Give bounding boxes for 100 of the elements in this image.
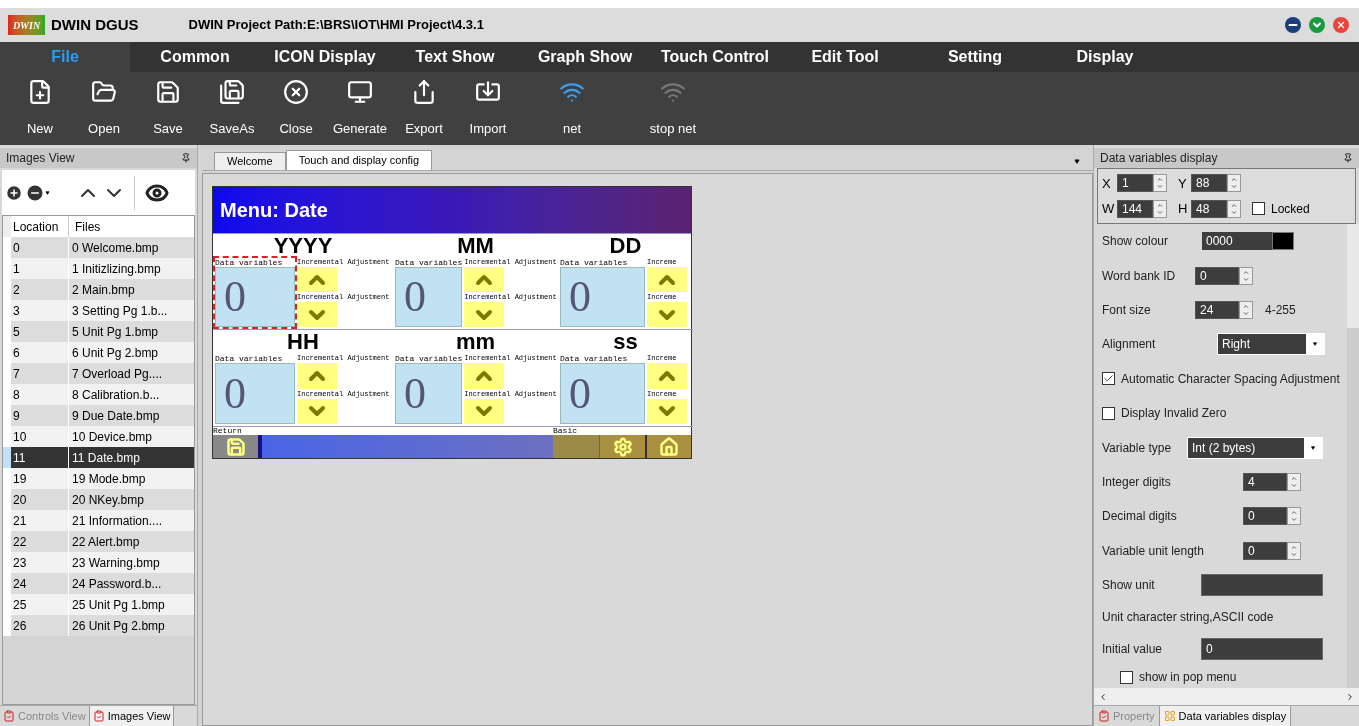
table-row[interactable]: 9 9 Due Date.bmp <box>3 405 194 426</box>
table-row[interactable]: 19 19 Mode.bmp <box>3 468 194 489</box>
spin-buttons[interactable] <box>1153 199 1167 218</box>
table-row[interactable]: 24 24 Password.b... <box>3 573 194 594</box>
toolbar-button[interactable]: Export <box>392 78 456 139</box>
toolbar-button[interactable]: Open <box>72 78 136 139</box>
spin-buttons[interactable] <box>1239 266 1253 285</box>
color-swatch[interactable] <box>1272 232 1294 251</box>
down-button[interactable] <box>647 398 687 424</box>
menu-tab[interactable]: Text Show <box>390 42 520 72</box>
menu-tab[interactable]: Edit Tool <box>780 42 910 72</box>
spin-buttons[interactable] <box>1227 174 1241 193</box>
column-header[interactable]: Files <box>69 216 179 237</box>
table-row[interactable]: 3 3 Setting Pg 1.b... <box>3 300 194 321</box>
dropdown[interactable]: Right <box>1217 333 1325 356</box>
down-button[interactable] <box>297 398 337 424</box>
spin-buttons[interactable] <box>1287 473 1301 492</box>
up-button[interactable] <box>464 363 505 389</box>
text-field[interactable]: 0 <box>1201 638 1323 661</box>
number-field[interactable]: 48 <box>1191 199 1227 218</box>
table-row[interactable]: 21 21 Information.... <box>3 510 194 531</box>
spin-buttons[interactable] <box>1153 174 1167 193</box>
number-field[interactable]: 144 <box>1117 199 1153 218</box>
table-row[interactable]: 2 2 Main.bmp <box>3 279 194 300</box>
down-button[interactable] <box>464 302 505 327</box>
spin-buttons[interactable] <box>1287 541 1301 560</box>
text-field[interactable] <box>1201 574 1323 597</box>
spin-buttons[interactable] <box>1239 301 1253 319</box>
pin-icon[interactable] <box>181 153 191 163</box>
checkbox[interactable] <box>1102 372 1115 386</box>
document-tab[interactable]: Touch and display config <box>285 150 433 170</box>
panel-tab[interactable]: Images View <box>89 706 175 726</box>
toolbar-button[interactable]: stop net <box>628 78 718 139</box>
data-variable-frame[interactable]: Data variables 0 <box>395 354 463 424</box>
menu-tab[interactable]: Display <box>1040 42 1170 72</box>
table-row[interactable]: 11 11 Date.bmp <box>3 447 194 468</box>
remove-dropdown[interactable] <box>25 182 50 203</box>
color-field[interactable]: 0000 <box>1202 232 1272 251</box>
table-row[interactable]: 1 1 Initizlizing.bmp <box>3 258 194 279</box>
save-button[interactable] <box>213 435 258 458</box>
menu-tab[interactable]: Touch Control <box>650 42 780 72</box>
toolbar-button[interactable]: Generate <box>328 78 392 139</box>
checkbox[interactable] <box>1252 202 1265 216</box>
table-row[interactable]: 23 23 Warning.bmp <box>3 552 194 573</box>
toolbar-button[interactable]: net <box>540 78 604 139</box>
checkbox[interactable] <box>1120 670 1133 684</box>
up-button[interactable] <box>464 267 505 292</box>
minimize-button[interactable] <box>1285 17 1301 33</box>
data-variable-frame[interactable]: Data variables 0 <box>395 258 463 327</box>
spin-buttons[interactable] <box>1227 199 1241 218</box>
menu-tab[interactable]: ICON Display <box>260 42 390 72</box>
table-row[interactable]: 22 22 Alert.bmp <box>3 531 194 552</box>
table-row[interactable]: 10 10 Device.bmp <box>3 426 194 447</box>
spin-buttons[interactable] <box>1287 507 1301 526</box>
table-row[interactable]: 0 0 Welcome.bmp <box>3 237 194 258</box>
toolbar-button[interactable]: New <box>8 78 72 139</box>
settings-button[interactable] <box>599 435 645 458</box>
horizontal-scrollbar[interactable] <box>1094 688 1359 705</box>
scroll-left-icon[interactable] <box>1098 691 1108 702</box>
menu-tab[interactable]: Setting <box>910 42 1040 72</box>
number-field[interactable]: 1 <box>1117 174 1153 193</box>
table-row[interactable]: 5 5 Unit Pg 1.bmp <box>3 321 194 342</box>
number-field[interactable]: 88 <box>1191 174 1227 193</box>
up-button[interactable] <box>647 267 687 292</box>
table-row[interactable]: 26 26 Unit Pg 2.bmp <box>3 615 194 636</box>
data-variable-frame[interactable]: Data variables 0 <box>215 258 295 327</box>
number-field[interactable]: 0 <box>1243 507 1287 526</box>
checkbox[interactable] <box>1102 406 1115 420</box>
toolbar-button[interactable]: Close <box>264 78 328 139</box>
menu-tab[interactable]: Graph Show <box>520 42 650 72</box>
data-variable-frame[interactable]: Data variables 0 <box>560 354 645 424</box>
close-button[interactable] <box>1333 17 1349 33</box>
table-row[interactable]: 20 20 NKey.bmp <box>3 489 194 510</box>
panel-tab[interactable]: Data variables display <box>1159 706 1292 726</box>
maximize-button[interactable] <box>1309 17 1325 33</box>
vertical-scrollbar[interactable] <box>1347 224 1359 688</box>
up-button[interactable] <box>647 363 687 389</box>
document-tab[interactable]: Welcome <box>214 152 286 170</box>
caret-icon[interactable] <box>1073 159 1081 164</box>
number-field[interactable]: 0 <box>1195 266 1239 285</box>
table-row[interactable]: 7 7 Overload Pg.... <box>3 363 194 384</box>
number-field[interactable]: 24 <box>1195 301 1239 319</box>
data-variable-frame[interactable]: Data variables 0 <box>215 354 295 424</box>
toolbar-button[interactable]: Save <box>136 78 200 139</box>
number-field[interactable]: 4 <box>1243 473 1287 492</box>
down-button[interactable] <box>297 302 337 327</box>
menu-tab[interactable]: Common <box>130 42 260 72</box>
toolbar-button[interactable]: Import <box>456 78 520 139</box>
table-row[interactable]: 25 25 Unit Pg 1.bmp <box>3 594 194 615</box>
up-button[interactable] <box>297 267 337 292</box>
table-row[interactable]: 6 6 Unit Pg 2.bmp <box>3 342 194 363</box>
pin-icon[interactable] <box>1343 153 1353 163</box>
dropdown[interactable]: Int (2 bytes) <box>1187 436 1323 459</box>
data-variable-frame[interactable]: Data variables 0 <box>560 258 645 327</box>
down-button[interactable] <box>464 398 505 424</box>
down-button[interactable] <box>647 302 687 327</box>
number-field[interactable]: 0 <box>1243 541 1287 560</box>
toolbar-button[interactable]: SaveAs <box>200 78 264 139</box>
table-row[interactable]: 8 8 Calibration.b... <box>3 384 194 405</box>
up-button[interactable] <box>297 363 337 389</box>
